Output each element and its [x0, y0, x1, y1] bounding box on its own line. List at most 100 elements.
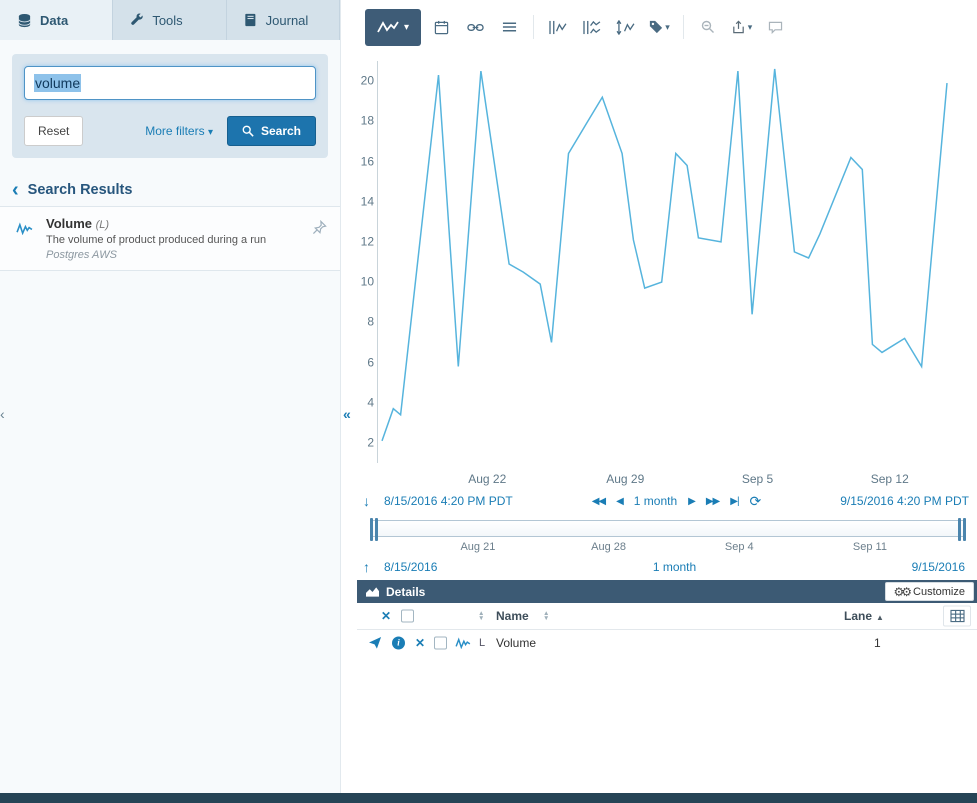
calendar-icon[interactable] [428, 14, 455, 41]
y-tick-label: 20 [361, 73, 374, 87]
collapse-sidebar-icon[interactable]: « [343, 406, 351, 422]
tab-data-label: Data [40, 13, 68, 28]
y-tick-label: 8 [367, 315, 374, 329]
refresh-icon[interactable]: ⟳ [750, 493, 762, 510]
result-description: The volume of product produced during a … [46, 234, 326, 246]
signal-icon [16, 222, 33, 235]
wrench-icon [130, 13, 144, 27]
x-axis: Aug 22Aug 29Sep 5Sep 12 [378, 469, 953, 489]
pin-icon[interactable] [312, 220, 327, 235]
y-tick-label: 16 [361, 154, 374, 168]
row-lane: 1 [874, 636, 881, 650]
export-icon[interactable]: ▾ [728, 14, 755, 41]
customize-button[interactable]: ⚙⚙ Customize [885, 582, 974, 601]
link-icon[interactable] [462, 14, 489, 41]
bottom-bar [0, 793, 977, 803]
chevron-down-icon: ▾ [665, 22, 670, 33]
lane-column-header[interactable]: Lane▲ [844, 609, 884, 623]
search-icon [242, 125, 254, 137]
select-all-checkbox[interactable] [401, 610, 414, 623]
search-input-value: volume [34, 74, 81, 92]
y-tick-label: 4 [367, 395, 374, 409]
tab-tools-label: Tools [152, 13, 182, 28]
x-tick-label: Aug 29 [606, 472, 644, 486]
display-range-end[interactable]: 9/15/2016 4:20 PM PDT [840, 494, 969, 508]
time-navigation-bar: ↓ 8/15/2016 4:20 PM PDT ◀◀ ◀ 1 month ▶ ▶… [357, 489, 977, 513]
separate-lanes-icon[interactable] [578, 14, 605, 41]
area-chart-icon [366, 587, 379, 597]
step-forward-icon[interactable]: ▶ [688, 496, 695, 507]
journal-icon [244, 13, 258, 27]
step-back-icon[interactable]: ◀ [616, 496, 623, 507]
search-input[interactable]: volume [24, 66, 316, 100]
copy-range-down-icon[interactable]: ↓ [363, 493, 370, 509]
search-result-item[interactable]: Volume (L) The volume of product produce… [0, 206, 340, 271]
zoom-out-icon[interactable] [694, 14, 721, 41]
remove-item-icon[interactable]: ✕ [415, 636, 425, 650]
y-tick-label: 2 [367, 435, 374, 449]
y-tick-label: 18 [361, 114, 374, 128]
row-checkbox[interactable] [434, 636, 447, 649]
details-panel-header: Details ⚙⚙ Customize [357, 580, 977, 603]
chevron-down-icon: ▾ [208, 127, 213, 138]
navigate-to-icon[interactable] [369, 636, 382, 649]
y-tick-label: 14 [361, 194, 374, 208]
search-results-header: ‹ Search Results [12, 182, 326, 198]
tab-data[interactable]: Data [0, 0, 113, 40]
investigate-range-end[interactable]: 9/15/2016 [912, 560, 965, 574]
sidebar-tabs: Data Tools Journal [0, 0, 340, 40]
step-forward-fast-icon[interactable]: ▶▶ [706, 496, 719, 507]
step-to-end-icon[interactable]: ▶| [730, 496, 738, 507]
display-duration[interactable]: 1 month [634, 494, 677, 508]
range-tick-label: Sep 11 [853, 541, 887, 553]
investigate-duration[interactable]: 1 month [437, 560, 911, 574]
sidebar: Data Tools Journal volume Reset More fil… [0, 0, 341, 793]
info-icon[interactable]: i [392, 636, 405, 649]
axis-letter: L [479, 637, 485, 649]
result-title: Volume (L) [46, 216, 326, 231]
tab-journal[interactable]: Journal [227, 0, 340, 40]
more-filters-link[interactable]: More filters ▾ [145, 124, 213, 138]
back-chevron-icon[interactable]: ‹ [12, 184, 19, 196]
search-button[interactable]: Search [227, 116, 316, 146]
x-tick-label: Sep 5 [742, 472, 773, 486]
range-tick-label: Sep 4 [725, 541, 754, 553]
name-column-header[interactable]: Name [496, 609, 529, 623]
chevron-down-icon: ▾ [404, 22, 409, 33]
details-table-header: ✕ ▲▼ Name ▲▼ Lane▲ [357, 603, 977, 630]
labels-tag-icon[interactable]: ▾ [646, 14, 673, 41]
list-icon[interactable] [496, 14, 523, 41]
table-columns-icon[interactable] [943, 606, 971, 627]
separate-axes-icon[interactable] [612, 14, 639, 41]
signal-icon [455, 637, 471, 649]
sort-type-icon[interactable]: ▲▼ [478, 611, 484, 621]
remove-all-icon[interactable]: ✕ [381, 609, 391, 623]
sort-name-icon[interactable]: ▲▼ [543, 611, 549, 621]
reset-button[interactable]: Reset [24, 116, 83, 146]
copy-range-up-icon[interactable]: ↑ [363, 559, 370, 575]
tab-tools[interactable]: Tools [113, 0, 226, 40]
collapse-left-icon[interactable]: ‹ [0, 406, 5, 422]
trend-chart[interactable]: 2468101214161820 [357, 54, 977, 469]
series-volume [382, 69, 947, 441]
display-range-start[interactable]: 8/15/2016 4:20 PM PDT [384, 494, 513, 508]
x-tick-label: Sep 12 [871, 472, 909, 486]
comment-icon[interactable] [762, 14, 789, 41]
step-back-fast-icon[interactable]: ◀◀ [592, 496, 605, 507]
result-unit: (L) [96, 219, 109, 231]
y-tick-label: 10 [361, 274, 374, 288]
investigate-range-bar: ↑ 8/15/2016 1 month 9/15/2016 [357, 556, 977, 580]
range-handle-left[interactable] [368, 518, 380, 541]
trend-chart-icon [377, 19, 399, 35]
search-panel: volume Reset More filters ▾ Search [12, 54, 328, 158]
main-panel: ▾ ▾ ▾ [357, 0, 977, 793]
investigate-range-start[interactable]: 8/15/2016 [384, 560, 437, 574]
range-selector-track[interactable] [371, 520, 965, 537]
result-source: Postgres AWS [46, 249, 326, 261]
single-lane-icon[interactable] [544, 14, 571, 41]
trend-view-dropdown-button[interactable]: ▾ [365, 9, 421, 46]
details-table-row[interactable]: i ✕ L Volume 1 [357, 630, 977, 655]
range-handle-right[interactable] [956, 518, 968, 541]
range-selector [371, 520, 965, 537]
database-icon [17, 13, 32, 28]
